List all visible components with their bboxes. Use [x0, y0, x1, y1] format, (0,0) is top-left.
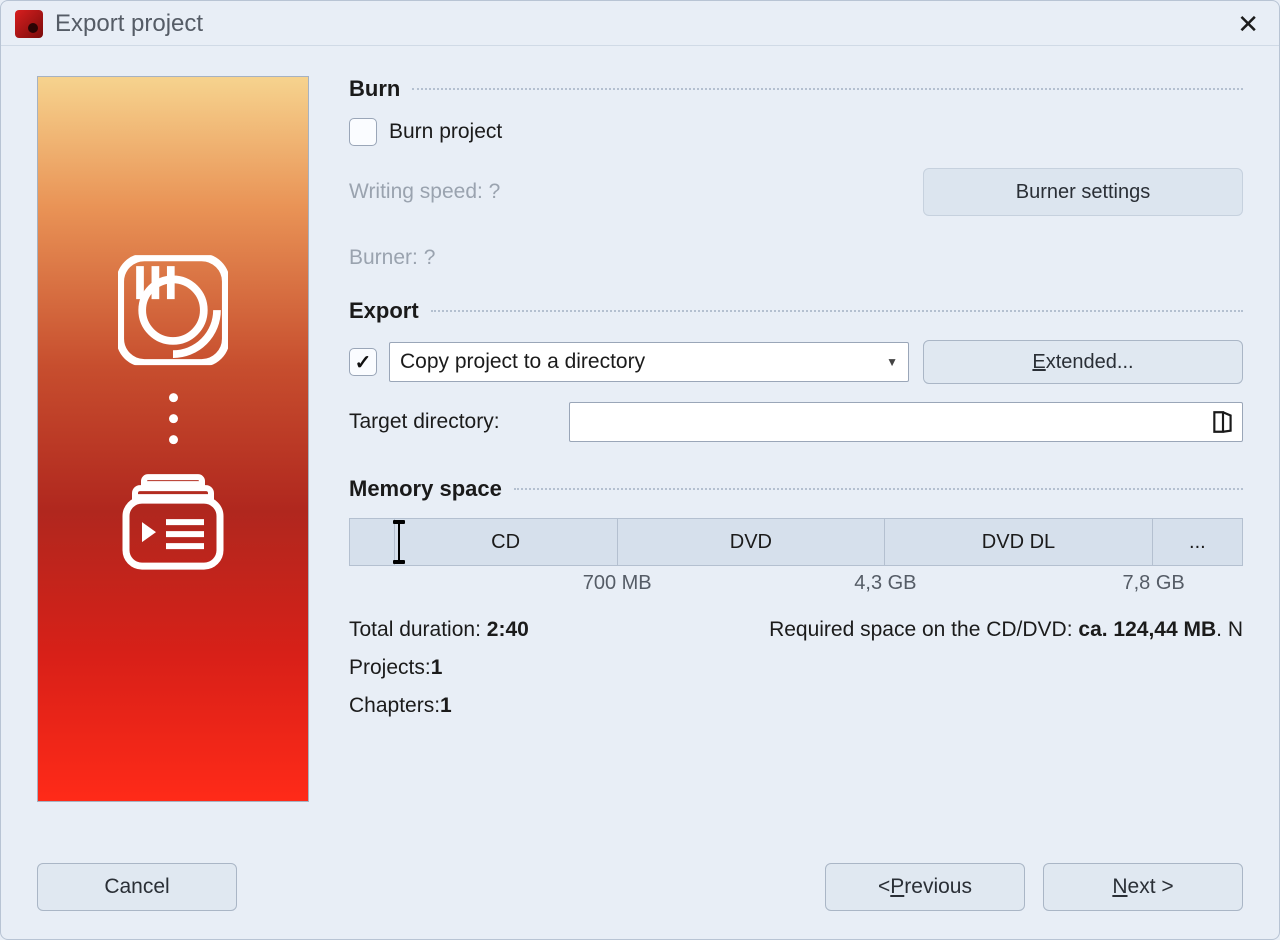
export-enabled-checkbox[interactable]: [349, 348, 377, 376]
target-directory-input[interactable]: [580, 411, 1210, 434]
section-memory-header: Memory space: [349, 476, 1243, 502]
memory-usage-marker: [398, 521, 400, 563]
burn-project-checkbox[interactable]: [349, 118, 377, 146]
burner-label: Burner: ?: [349, 246, 435, 270]
memory-space-bar: CD DVD DVD DL ...: [349, 518, 1243, 566]
export-dialog: Export project ✕: [0, 0, 1280, 940]
memory-seg-start: [350, 519, 395, 565]
memory-seg-cd: CD: [395, 519, 618, 565]
wizard-side-image: [37, 76, 309, 802]
memory-tick-labels: 700 MB 4,3 GB 7,8 GB: [349, 572, 1243, 600]
total-duration-value: 2:40: [487, 618, 529, 641]
cancel-button[interactable]: Cancel: [37, 863, 237, 911]
next-button[interactable]: Next >: [1043, 863, 1243, 911]
export-mode-value: Copy project to a directory: [400, 350, 645, 374]
target-directory-field[interactable]: [569, 402, 1243, 442]
section-burn-header: Burn: [349, 76, 1243, 102]
export-mode-select[interactable]: Copy project to a directory ▼: [389, 342, 909, 382]
required-space-label: Required space on the CD/DVD:: [769, 618, 1078, 641]
dialog-title: Export project: [55, 10, 203, 38]
slideshow-icon: [118, 472, 228, 572]
memory-seg-dvddl: DVD DL: [885, 519, 1153, 565]
chapters-label: Chapters:: [349, 694, 440, 718]
required-space-value: ca. 124,44 MB: [1078, 618, 1216, 641]
projects-label: Projects:: [349, 656, 431, 680]
memory-seg-more: ...: [1153, 519, 1242, 565]
memory-seg-dvd: DVD: [618, 519, 886, 565]
total-duration-label: Total duration:: [349, 618, 487, 641]
writing-speed-label: Writing speed: ?: [349, 180, 500, 204]
disc-icon: [118, 255, 228, 365]
burn-project-label: Burn project: [389, 120, 502, 144]
target-directory-label: Target directory:: [349, 410, 569, 434]
projects-value: 1: [431, 656, 443, 680]
previous-button[interactable]: < Previous: [825, 863, 1025, 911]
extended-button[interactable]: Extended...: [923, 340, 1243, 384]
browse-folder-icon[interactable]: [1210, 409, 1236, 435]
app-icon: [15, 10, 43, 38]
burner-settings-button[interactable]: Burner settings: [923, 168, 1243, 216]
section-export-header: Export: [349, 298, 1243, 324]
chevron-down-icon: ▼: [886, 355, 898, 369]
close-icon[interactable]: ✕: [1231, 9, 1265, 39]
chapters-value: 1: [440, 694, 452, 718]
titlebar: Export project ✕: [1, 1, 1279, 46]
